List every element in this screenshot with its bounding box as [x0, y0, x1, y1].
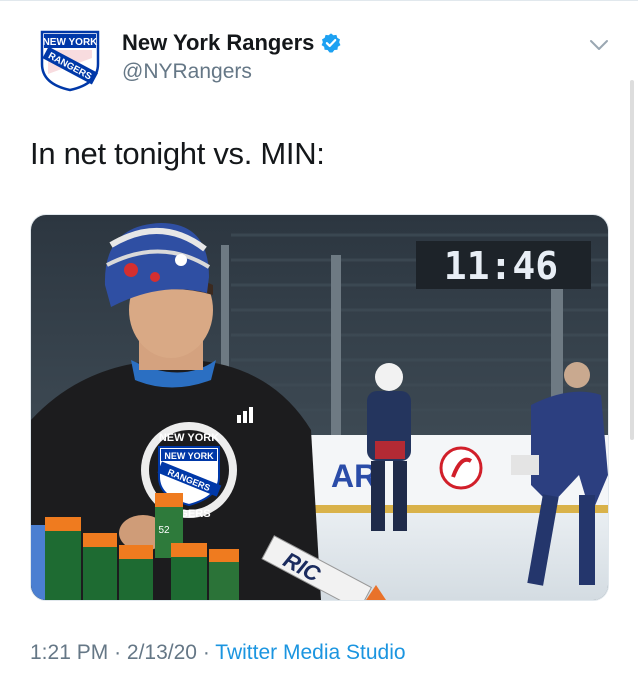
author-row[interactable]: New York Rangers: [122, 30, 342, 56]
tweet-media-photo[interactable]: 11:46 ARI NEW YORK NEW YORK RANGERS NGER…: [30, 214, 609, 601]
svg-text:NEW YORK: NEW YORK: [43, 37, 99, 48]
user-handle[interactable]: @NYRangers: [122, 60, 252, 84]
tweet-text: In net tonight vs. MIN:: [30, 136, 325, 171]
avatar[interactable]: NEW YORK RANGERS: [38, 28, 102, 92]
tweet-meta: 1:21 PM · 2/13/20 · Twitter Media Studio: [30, 641, 406, 665]
chevron-down-icon[interactable]: [588, 36, 610, 54]
tweet-time[interactable]: 1:21 PM: [30, 641, 108, 664]
meta-separator: ·: [114, 641, 122, 664]
svg-text:52: 52: [158, 525, 170, 536]
rangers-logo-icon: NEW YORK RANGERS: [40, 30, 100, 92]
display-name[interactable]: New York Rangers: [122, 30, 314, 56]
photo-illustration: 11:46 ARI NEW YORK NEW YORK RANGERS NGER…: [31, 215, 608, 600]
top-divider: [0, 0, 638, 1]
svg-text:NEW YORK: NEW YORK: [159, 432, 219, 444]
tweet-date[interactable]: 2/13/20: [127, 641, 197, 664]
verified-badge-icon: [321, 33, 341, 53]
svg-text:NEW YORK: NEW YORK: [164, 451, 214, 461]
meta-separator: ·: [202, 641, 210, 664]
scrollbar[interactable]: [630, 80, 634, 440]
svg-text:11:46: 11:46: [444, 244, 558, 288]
tweet-source-link[interactable]: Twitter Media Studio: [215, 641, 405, 664]
